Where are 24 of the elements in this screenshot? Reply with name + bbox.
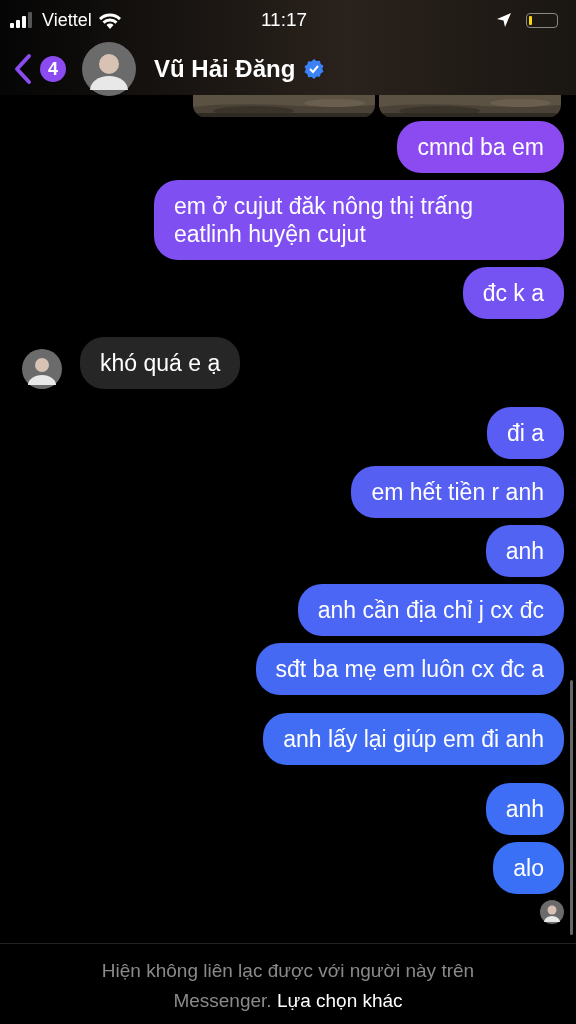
message-bubble: đi a (486, 407, 564, 459)
battery-icon (526, 12, 558, 28)
carrier-name: Viettel (42, 9, 92, 31)
message-bubble: sđt ba mẹ em luôn cx đc a (255, 643, 564, 695)
avatar-icon[interactable] (82, 42, 136, 96)
contact-name[interactable]: Vũ Hải Đăng (154, 55, 296, 83)
message-bubble: em hết tiền r anh (351, 466, 564, 518)
clock-time: 11:17 (260, 9, 308, 31)
message-bubble: alo (493, 842, 564, 894)
location-arrow-icon (496, 12, 512, 28)
wifi-icon (97, 11, 122, 29)
message-bubble: đc k a (462, 267, 564, 319)
other-options-link[interactable]: Lựa chọn khác (276, 990, 403, 1011)
message-bubble: anh cần địa chỉ j cx đc (297, 584, 564, 636)
unread-count-badge: 4 (40, 56, 66, 82)
message-bubble: anh (485, 783, 564, 835)
avatar-icon (22, 349, 62, 389)
back-icon[interactable] (14, 53, 32, 85)
message-bubble: em ở cujut đăk nông thị trấng eatlinh huyện cujut (154, 180, 564, 260)
unavailable-notice: Hiện không liên lạc được với người này trên Messenger. Lựa chọn khác (100, 959, 476, 1013)
message-bubble: anh lấy lại giúp em đi anh (263, 713, 564, 765)
message-bubble: cmnd ba em (397, 121, 564, 173)
message-bubble: anh (485, 525, 564, 577)
message-bubble: khó quá e ạ (80, 337, 241, 389)
